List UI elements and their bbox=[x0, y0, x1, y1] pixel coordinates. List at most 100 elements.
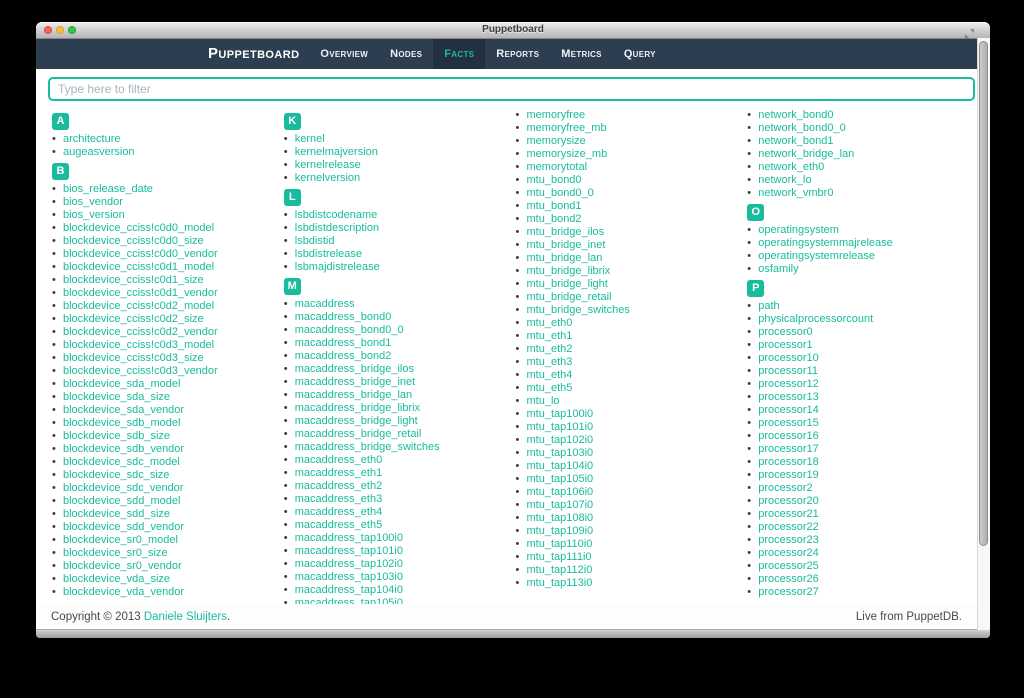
window-minimize-button[interactable] bbox=[56, 26, 64, 34]
fact-link[interactable]: network_bond1 bbox=[758, 135, 833, 147]
fact-link[interactable]: lsbdistid bbox=[295, 235, 335, 247]
fact-link[interactable]: blockdevice_sda_vendor bbox=[63, 404, 184, 416]
fact-link[interactable]: macaddress_bridge_inet bbox=[295, 376, 415, 388]
fact-link[interactable]: processor25 bbox=[758, 560, 819, 572]
window-close-button[interactable] bbox=[44, 26, 52, 34]
fact-link[interactable]: blockdevice_sda_size bbox=[63, 391, 170, 403]
fact-link[interactable]: operatingsystem bbox=[758, 224, 839, 236]
fact-link[interactable]: mtu_bridge_librix bbox=[527, 265, 611, 277]
fact-link[interactable]: processor13 bbox=[758, 391, 819, 403]
fact-link[interactable]: blockdevice_cciss!c0d0_size bbox=[63, 235, 204, 247]
fact-link[interactable]: operatingsystemmajrelease bbox=[758, 237, 893, 249]
fact-link[interactable]: processor26 bbox=[758, 573, 819, 585]
fact-link[interactable]: macaddress bbox=[295, 298, 355, 310]
fact-link[interactable]: processor27 bbox=[758, 586, 819, 598]
fact-link[interactable]: processor10 bbox=[758, 352, 819, 364]
fact-link[interactable]: macaddress_eth0 bbox=[295, 454, 382, 466]
window-bottom-frame[interactable] bbox=[36, 629, 990, 638]
fact-link[interactable]: blockdevice_sdd_vendor bbox=[63, 521, 184, 533]
fact-link[interactable]: network_vmbr0 bbox=[758, 187, 833, 199]
fact-link[interactable]: blockdevice_vda_vendor bbox=[63, 586, 184, 598]
fact-link[interactable]: processor21 bbox=[758, 508, 819, 520]
fact-link[interactable]: blockdevice_sdb_model bbox=[63, 417, 180, 429]
fact-link[interactable]: osfamily bbox=[758, 263, 798, 275]
scrollbar[interactable] bbox=[977, 38, 990, 630]
fact-link[interactable]: processor18 bbox=[758, 456, 819, 468]
fact-link[interactable]: network_bond0 bbox=[758, 109, 833, 121]
fact-link[interactable]: processor15 bbox=[758, 417, 819, 429]
fact-link[interactable]: blockdevice_sr0_size bbox=[63, 547, 168, 559]
fact-link[interactable]: lsbdistdescription bbox=[295, 222, 379, 234]
fact-link[interactable]: blockdevice_sdb_vendor bbox=[63, 443, 184, 455]
fact-link[interactable]: processor0 bbox=[758, 326, 812, 338]
fact-link[interactable]: blockdevice_sda_model bbox=[63, 378, 180, 390]
fact-link[interactable]: processor19 bbox=[758, 469, 819, 481]
fact-link[interactable]: macaddress_bridge_light bbox=[295, 415, 418, 427]
fact-link[interactable]: blockdevice_cciss!c0d1_size bbox=[63, 274, 204, 286]
fact-link[interactable]: mtu_tap102i0 bbox=[527, 434, 594, 446]
fact-link[interactable]: macaddress_eth4 bbox=[295, 506, 382, 518]
fact-link[interactable]: macaddress_bridge_librix bbox=[295, 402, 420, 414]
fact-link[interactable]: blockdevice_vda_size bbox=[63, 573, 170, 585]
nav-item-overview[interactable]: Overview bbox=[309, 39, 379, 69]
fact-link[interactable]: operatingsystemrelease bbox=[758, 250, 875, 262]
nav-item-metrics[interactable]: Metrics bbox=[550, 39, 613, 69]
fact-link[interactable]: macaddress_eth5 bbox=[295, 519, 382, 531]
fact-link[interactable]: lsbdistrelease bbox=[295, 248, 362, 260]
fact-link[interactable]: mtu_bond1 bbox=[527, 200, 582, 212]
fact-link[interactable]: network_eth0 bbox=[758, 161, 824, 173]
fact-link[interactable]: mtu_tap110i0 bbox=[527, 538, 593, 550]
fact-link[interactable]: mtu_tap108i0 bbox=[527, 512, 594, 524]
fact-link[interactable]: macaddress_tap102i0 bbox=[295, 558, 403, 570]
fact-link[interactable]: macaddress_bridge_ilos bbox=[295, 363, 414, 375]
fact-link[interactable]: macaddress_eth1 bbox=[295, 467, 382, 479]
fact-link[interactable]: memoryfree_mb bbox=[527, 122, 607, 134]
author-link[interactable]: Daniele Sluijters bbox=[144, 611, 227, 623]
fact-link[interactable]: mtu_bridge_inet bbox=[527, 239, 606, 251]
fact-link[interactable]: kernelmajversion bbox=[295, 146, 378, 158]
fact-link[interactable]: macaddress_bond1 bbox=[295, 337, 392, 349]
fact-link[interactable]: bios_release_date bbox=[63, 183, 153, 195]
fact-link[interactable]: macaddress_eth2 bbox=[295, 480, 382, 492]
fact-link[interactable]: mtu_tap107i0 bbox=[527, 499, 594, 511]
fact-link[interactable]: macaddress_eth3 bbox=[295, 493, 382, 505]
fact-link[interactable]: mtu_eth1 bbox=[527, 330, 573, 342]
nav-item-nodes[interactable]: Nodes bbox=[379, 39, 433, 69]
fact-link[interactable]: lsbdistcodename bbox=[295, 209, 378, 221]
fact-link[interactable]: processor16 bbox=[758, 430, 819, 442]
fact-link[interactable]: macaddress_bond2 bbox=[295, 350, 392, 362]
nav-item-reports[interactable]: Reports bbox=[485, 39, 550, 69]
fact-link[interactable]: blockdevice_sr0_vendor bbox=[63, 560, 182, 572]
fact-link[interactable]: kernelrelease bbox=[295, 159, 361, 171]
fact-link[interactable]: augeasversion bbox=[63, 146, 135, 158]
fact-link[interactable]: mtu_bridge_switches bbox=[527, 304, 630, 316]
fact-link[interactable]: mtu_bridge_retail bbox=[527, 291, 612, 303]
fact-link[interactable]: memoryfree bbox=[527, 109, 586, 121]
fact-link[interactable]: processor11 bbox=[758, 365, 818, 377]
navbar-brand[interactable]: Puppetboard bbox=[208, 39, 299, 69]
fact-link[interactable]: blockdevice_cciss!c0d0_vendor bbox=[63, 248, 218, 260]
scrollbar-thumb[interactable] bbox=[979, 41, 988, 546]
fact-link[interactable]: blockdevice_sdc_size bbox=[63, 469, 169, 481]
fact-link[interactable]: processor20 bbox=[758, 495, 819, 507]
fact-link[interactable]: mtu_bridge_lan bbox=[527, 252, 603, 264]
nav-item-query[interactable]: Query bbox=[613, 39, 667, 69]
fact-link[interactable]: mtu_bond0 bbox=[527, 174, 582, 186]
fact-link[interactable]: blockdevice_cciss!c0d2_vendor bbox=[63, 326, 218, 338]
fact-link[interactable]: blockdevice_sdb_size bbox=[63, 430, 170, 442]
fact-link[interactable]: mtu_tap105i0 bbox=[527, 473, 594, 485]
fact-link[interactable]: bios_version bbox=[63, 209, 125, 221]
fact-link[interactable]: kernel bbox=[295, 133, 325, 145]
fact-link[interactable]: mtu_tap113i0 bbox=[527, 577, 593, 589]
fact-link[interactable]: processor17 bbox=[758, 443, 819, 455]
fact-link[interactable]: processor12 bbox=[758, 378, 819, 390]
fact-link[interactable]: blockdevice_cciss!c0d3_vendor bbox=[63, 365, 218, 377]
fact-link[interactable]: network_lo bbox=[758, 174, 811, 186]
fact-link[interactable]: processor22 bbox=[758, 521, 819, 533]
fact-link[interactable]: memorytotal bbox=[527, 161, 588, 173]
fact-link[interactable]: blockdevice_cciss!c0d1_vendor bbox=[63, 287, 218, 299]
fact-link[interactable]: processor14 bbox=[758, 404, 819, 416]
filter-input[interactable] bbox=[48, 77, 975, 101]
fact-link[interactable]: blockdevice_cciss!c0d3_model bbox=[63, 339, 214, 351]
fullscreen-icon[interactable] bbox=[965, 25, 974, 43]
